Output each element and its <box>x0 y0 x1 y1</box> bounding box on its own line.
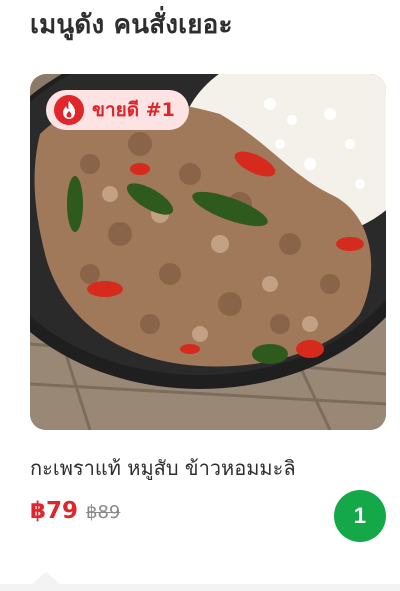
price: ฿79 <box>30 498 79 524</box>
section-divider <box>0 584 400 591</box>
product-name[interactable]: กะเพราแท้ หมูสับ ข้าวหอมมะลิ <box>30 452 296 484</box>
old-price: ฿89 <box>86 502 121 523</box>
section-title: เมนูดัง คนสั่งเยอะ <box>30 10 233 40</box>
cart-quantity-button[interactable]: 1 <box>334 490 386 542</box>
bestseller-badge: ขายดี #1 <box>46 90 189 130</box>
badge-label: ขายดี #1 <box>92 99 175 121</box>
fire-icon <box>54 95 84 125</box>
section-divider-notch <box>32 572 60 584</box>
price-row: ฿79 ฿89 <box>30 498 120 524</box>
